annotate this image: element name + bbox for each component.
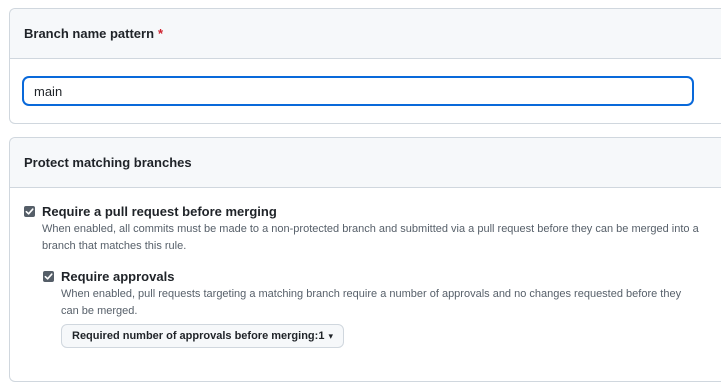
require-pull-request-checkbox[interactable] [24, 206, 35, 217]
require-approvals-checkbox[interactable] [43, 271, 54, 282]
branch-pattern-box: Branch name pattern * [9, 8, 721, 124]
require-pull-request-description: When enabled, all commits must be made t… [42, 223, 699, 252]
required-approvals-value: 1 [318, 330, 325, 342]
branch-pattern-label: Branch name pattern [24, 26, 155, 41]
required-approvals-select[interactable]: Required number of approvals before merg… [61, 324, 344, 348]
triangle-down-icon: ▾ [328, 330, 333, 341]
require-pull-request-title[interactable]: Require a pull request before merging [42, 204, 277, 219]
check-icon [44, 273, 53, 280]
branch-pattern-header: Branch name pattern * [10, 9, 721, 59]
check-icon [25, 208, 34, 215]
require-approvals-description: When enabled, pull requests targeting a … [61, 288, 682, 317]
required-asterisk: * [158, 26, 164, 41]
protect-branches-title: Protect matching branches [24, 155, 192, 170]
required-approvals-label: Required number of approvals before merg… [72, 330, 319, 342]
protect-branches-header: Protect matching branches [10, 138, 721, 188]
require-approvals-title[interactable]: Require approvals [61, 269, 174, 284]
branch-name-pattern-input[interactable] [23, 77, 693, 105]
